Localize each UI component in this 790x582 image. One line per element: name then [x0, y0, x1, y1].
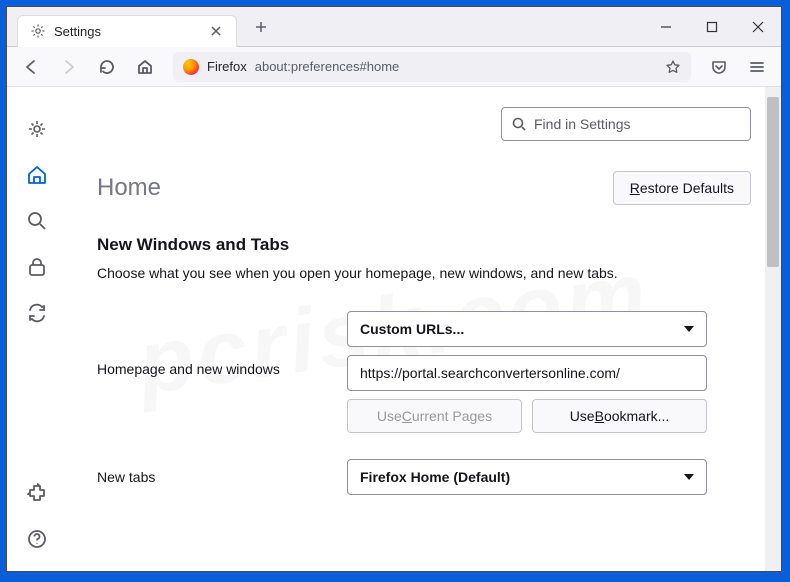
search-placeholder: Find in Settings: [534, 116, 631, 132]
tab-title: Settings: [54, 24, 208, 39]
find-in-settings-input[interactable]: Find in Settings: [501, 107, 751, 141]
content-area: pcrisk.com: [7, 87, 781, 571]
url-text: about:preferences#home: [255, 59, 657, 74]
sidebar-item-sync[interactable]: [25, 301, 49, 325]
minimize-button[interactable]: [643, 7, 689, 47]
firefox-icon: [183, 59, 199, 75]
home-button[interactable]: [129, 51, 161, 83]
close-button[interactable]: [735, 7, 781, 47]
sidebar-item-general[interactable]: [25, 117, 49, 141]
homepage-url-input[interactable]: [347, 355, 707, 391]
back-button[interactable]: [15, 51, 47, 83]
settings-main: Find in Settings Home Restore Defaults N…: [67, 87, 781, 571]
newtabs-label: New tabs: [97, 469, 347, 485]
scrollbar-thumb[interactable]: [767, 97, 779, 267]
page-heading: Home: [97, 174, 161, 202]
vertical-scrollbar[interactable]: [765, 87, 781, 571]
tab-close-button[interactable]: [208, 23, 224, 39]
homepage-label: Homepage and new windows: [97, 311, 347, 377]
url-bar[interactable]: Firefox about:preferences#home: [173, 52, 691, 82]
window-controls: [643, 7, 781, 47]
titlebar: Settings: [7, 7, 781, 47]
new-tab-button[interactable]: [247, 13, 275, 41]
chevron-down-icon: [684, 474, 694, 480]
forward-button[interactable]: [53, 51, 85, 83]
sidebar-item-home[interactable]: [25, 163, 49, 187]
newtabs-value: Firefox Home (Default): [360, 469, 510, 485]
homepage-mode-value: Custom URLs...: [360, 321, 464, 337]
reload-button[interactable]: [91, 51, 123, 83]
maximize-button[interactable]: [689, 7, 735, 47]
use-current-pages-button[interactable]: Use Current Pages: [347, 399, 522, 433]
browser-window: Settings Firefox about: [6, 6, 782, 572]
sidebar-item-help[interactable]: [25, 527, 49, 551]
homepage-mode-select[interactable]: Custom URLs...: [347, 311, 707, 347]
bookmark-star-icon[interactable]: [665, 59, 681, 75]
nav-toolbar: Firefox about:preferences#home: [7, 47, 781, 87]
settings-sidebar: [7, 87, 67, 571]
gear-icon: [30, 23, 46, 39]
url-brand: Firefox: [207, 59, 247, 74]
sidebar-item-privacy[interactable]: [25, 255, 49, 279]
use-bookmark-button[interactable]: Use Bookmark...: [532, 399, 707, 433]
chevron-down-icon: [684, 326, 694, 332]
sidebar-item-search[interactable]: [25, 209, 49, 233]
section-description: Choose what you see when you open your h…: [97, 265, 751, 281]
pocket-button[interactable]: [703, 51, 735, 83]
tab-settings[interactable]: Settings: [17, 15, 237, 47]
section-title: New Windows and Tabs: [97, 235, 751, 255]
sidebar-item-extensions[interactable]: [25, 481, 49, 505]
restore-defaults-button[interactable]: Restore Defaults: [613, 171, 751, 205]
newtabs-select[interactable]: Firefox Home (Default): [347, 459, 707, 495]
menu-button[interactable]: [741, 51, 773, 83]
